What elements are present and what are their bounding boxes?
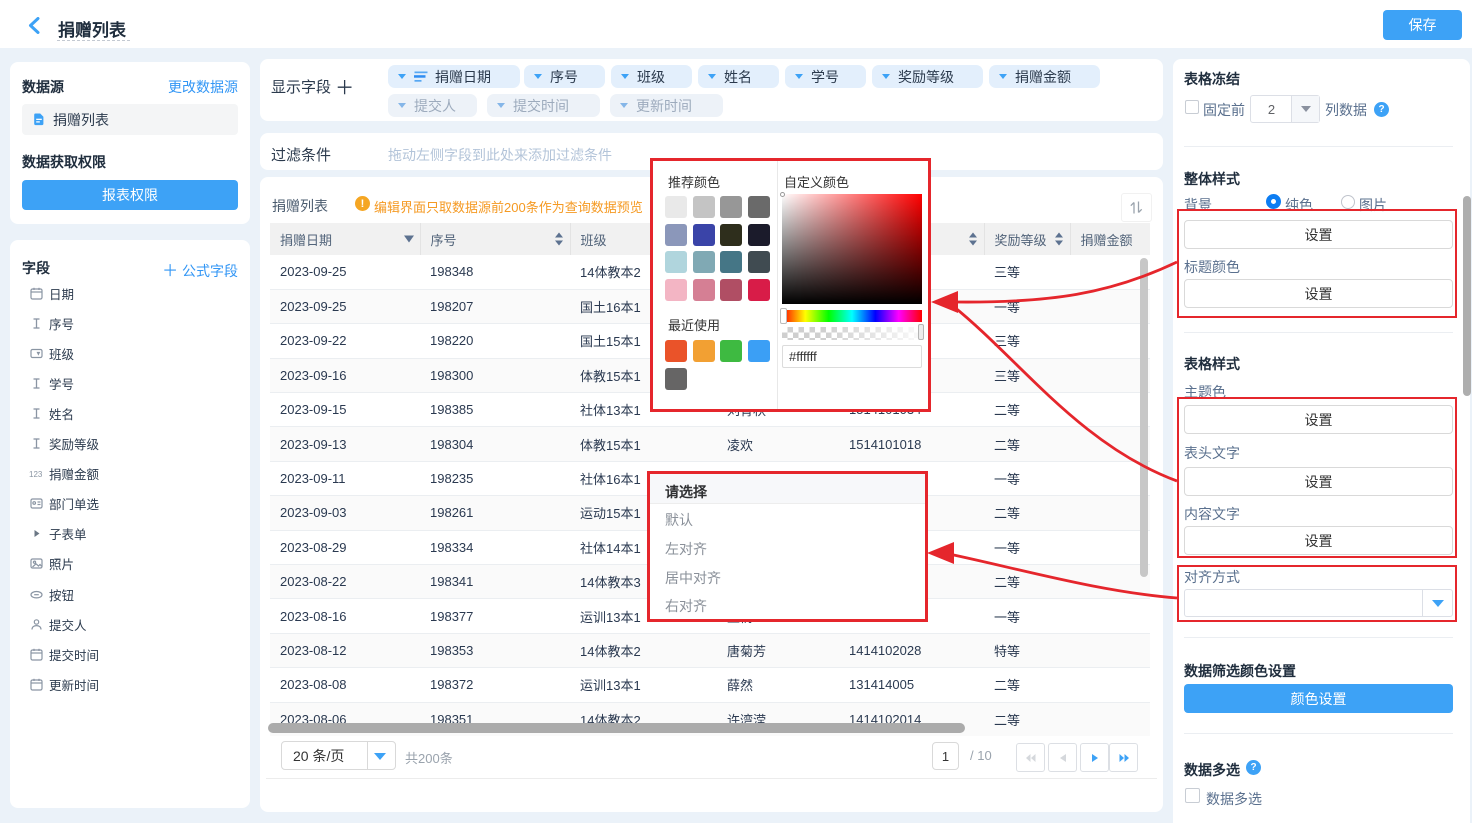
svg-text:123: 123 — [29, 470, 43, 479]
